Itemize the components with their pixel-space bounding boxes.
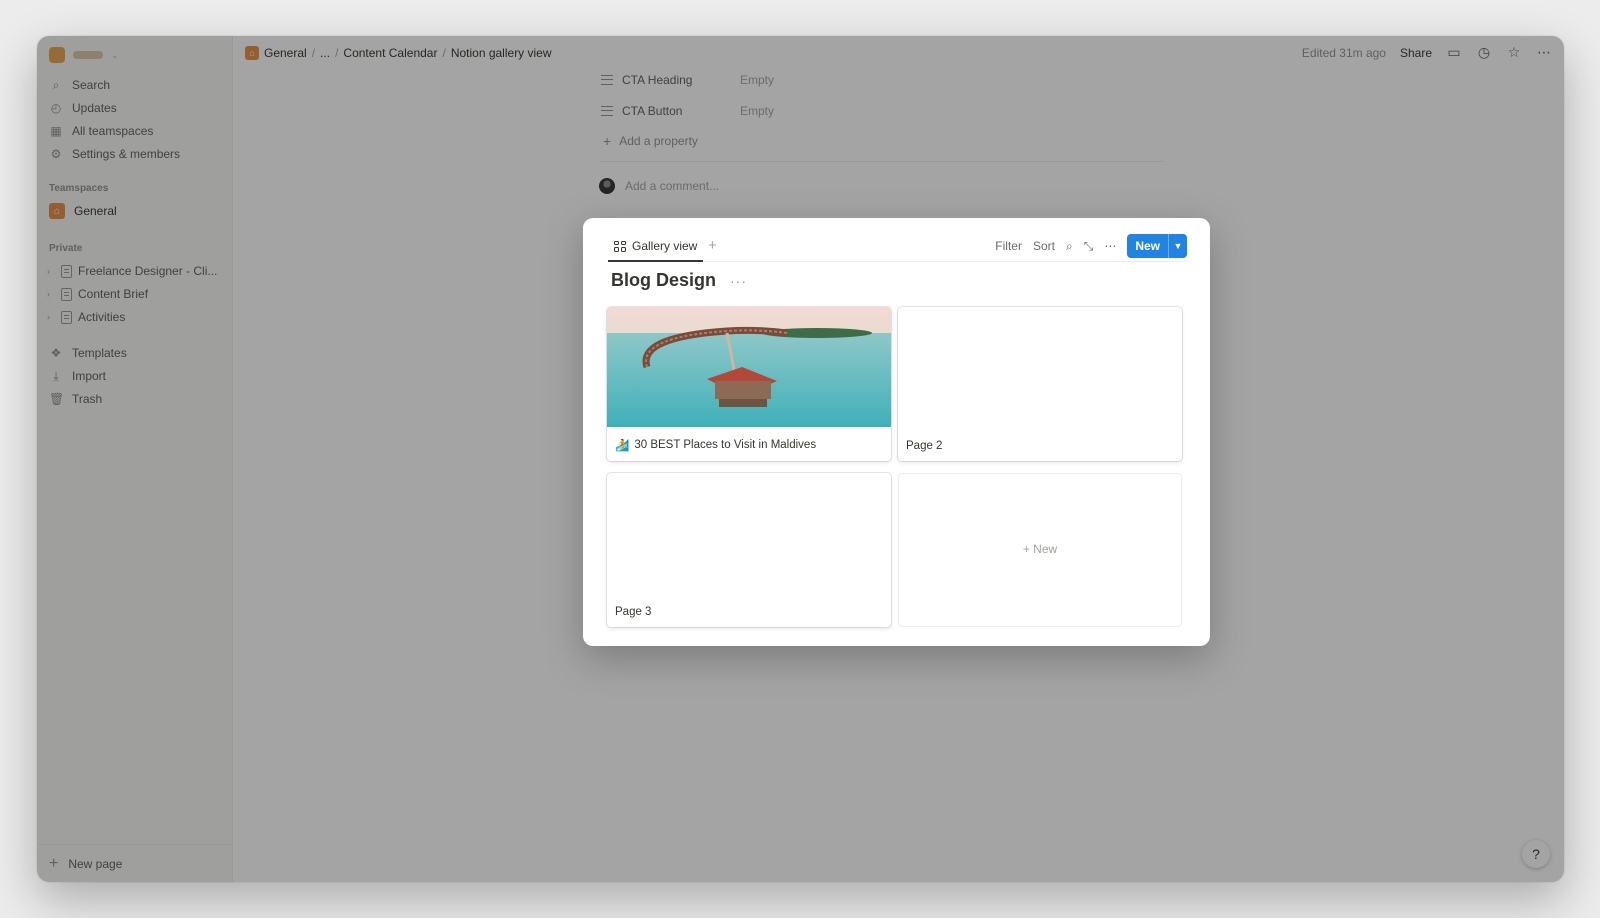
card-title: Page 2 xyxy=(906,440,943,452)
gallery-card[interactable]: Page 2 xyxy=(898,307,1182,461)
card-title: 30 BEST Places to Visit in Maldives xyxy=(634,439,817,451)
card-cover-image xyxy=(607,307,891,427)
tab-label: Gallery view xyxy=(632,239,698,253)
filter-button[interactable]: Filter xyxy=(995,239,1022,253)
chevron-down-icon[interactable]: ▼ xyxy=(1169,234,1187,258)
tab-gallery-view[interactable]: Gallery view xyxy=(608,232,704,262)
more-icon[interactable]: ⋯ xyxy=(1104,239,1116,253)
view-toolbar: Filter Sort ⌕ ⤡ ⋯ New ▼ xyxy=(995,234,1187,258)
sort-button[interactable]: Sort xyxy=(1033,239,1055,253)
plus-icon: + xyxy=(1022,542,1034,556)
gallery-view-modal: Gallery view + Filter Sort ⌕ ⤡ ⋯ New ▼ B… xyxy=(583,218,1210,646)
gallery-card[interactable]: Page 3 xyxy=(607,473,891,627)
new-card-content: + New xyxy=(899,542,1181,556)
new-card-button[interactable]: + New xyxy=(898,473,1182,627)
surfer-emoji-icon: 🏄 xyxy=(615,440,630,452)
new-button-label[interactable]: New xyxy=(1127,234,1169,258)
expand-icon[interactable]: ⤡ xyxy=(1084,239,1094,254)
new-card-label: New xyxy=(1033,542,1058,556)
card-title: Page 3 xyxy=(615,606,652,618)
gallery-card[interactable]: 🏄 30 BEST Places to Visit in Maldives xyxy=(607,307,891,461)
database-title-row: Blog Design ··· xyxy=(611,270,747,291)
database-title[interactable]: Blog Design xyxy=(611,270,716,291)
card-title-row: Page 2 xyxy=(906,440,942,452)
search-icon[interactable]: ⌕ xyxy=(1066,239,1073,254)
card-title-row: 🏄 30 BEST Places to Visit in Maldives xyxy=(615,438,816,452)
gallery-icon xyxy=(614,240,626,252)
new-button[interactable]: New ▼ xyxy=(1127,234,1187,258)
more-icon[interactable]: ··· xyxy=(730,273,747,289)
view-tabs: Gallery view + Filter Sort ⌕ ⤡ ⋯ New ▼ xyxy=(608,232,1187,262)
add-view-icon[interactable]: + xyxy=(708,237,717,254)
card-title-row: Page 3 xyxy=(615,606,651,618)
